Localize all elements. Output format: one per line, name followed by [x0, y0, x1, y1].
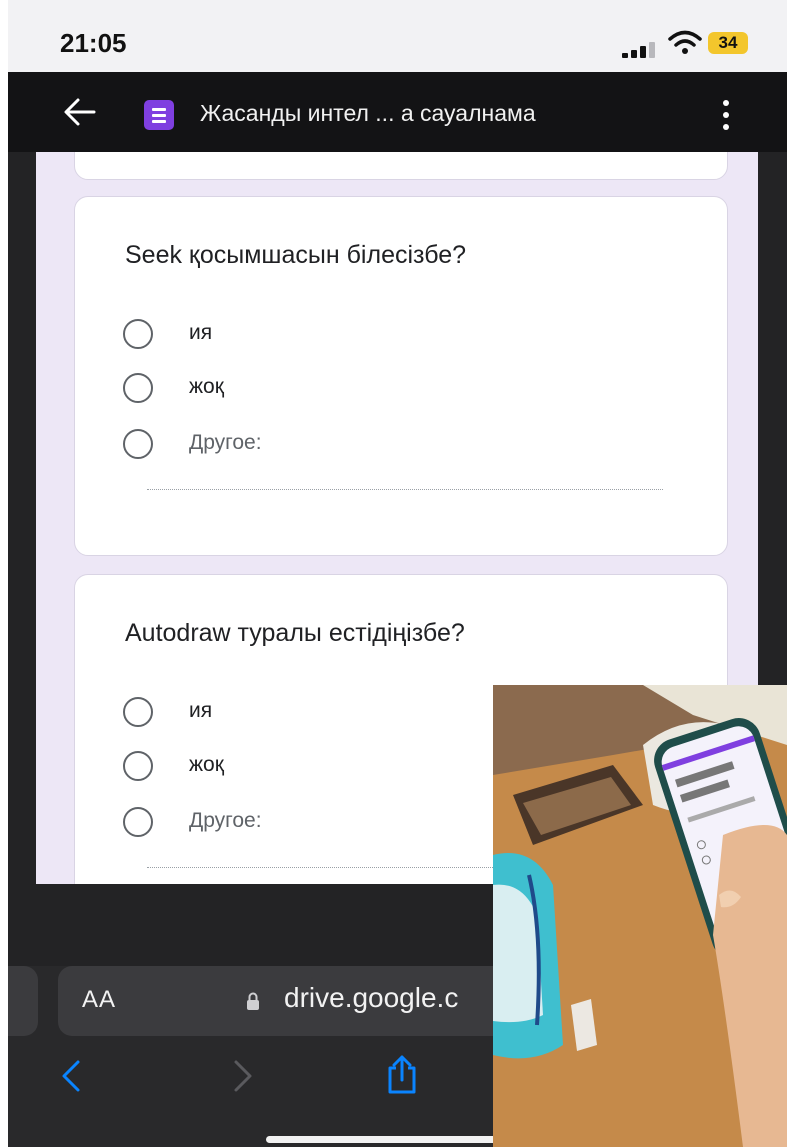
other-text-input[interactable]: [147, 489, 663, 490]
radio-button[interactable]: [123, 373, 153, 403]
radio-button[interactable]: [123, 429, 153, 459]
question-card: Seek қосымшасын білесізбе? ия жоқ Другое…: [74, 196, 728, 556]
status-time: 21:05: [60, 28, 127, 58]
wifi-icon: [668, 30, 702, 54]
cellular-signal-icon: [622, 42, 662, 58]
back-chevron-icon[interactable]: [58, 1058, 84, 1094]
option-label: жоқ: [189, 375, 224, 398]
url-text[interactable]: drive.google.c: [284, 982, 458, 1014]
forward-chevron-icon[interactable]: [230, 1058, 256, 1094]
classroom-photo: [493, 685, 787, 1147]
option-label: ия: [189, 321, 213, 344]
more-vert-icon[interactable]: [722, 100, 730, 130]
option-label: жоқ: [189, 753, 224, 776]
lock-icon: [247, 992, 259, 1010]
share-icon[interactable]: [384, 1054, 420, 1094]
status-bar: 21:05 34: [8, 0, 787, 72]
previous-tab[interactable]: [8, 966, 38, 1036]
question-title: Autodraw туралы естідіңізбе?: [125, 619, 465, 647]
back-arrow-icon[interactable]: [62, 94, 98, 130]
forms-icon: [144, 100, 174, 130]
page-title: Жасанды интел ... а сауалнама: [200, 100, 536, 126]
previous-question-card: [74, 152, 728, 180]
radio-button[interactable]: [123, 697, 153, 727]
option-label: Другое:: [189, 809, 262, 832]
radio-button[interactable]: [123, 751, 153, 781]
app-bar: Жасанды интел ... а сауалнама: [8, 72, 787, 152]
option-label: Другое:: [189, 431, 262, 454]
home-indicator: [266, 1136, 528, 1143]
option-label: ия: [189, 699, 213, 722]
text-size-button[interactable]: AA: [82, 986, 116, 1014]
radio-button[interactable]: [123, 807, 153, 837]
battery-indicator: 34: [708, 32, 748, 54]
radio-button[interactable]: [123, 319, 153, 349]
question-title: Seek қосымшасын білесізбе?: [125, 241, 467, 269]
